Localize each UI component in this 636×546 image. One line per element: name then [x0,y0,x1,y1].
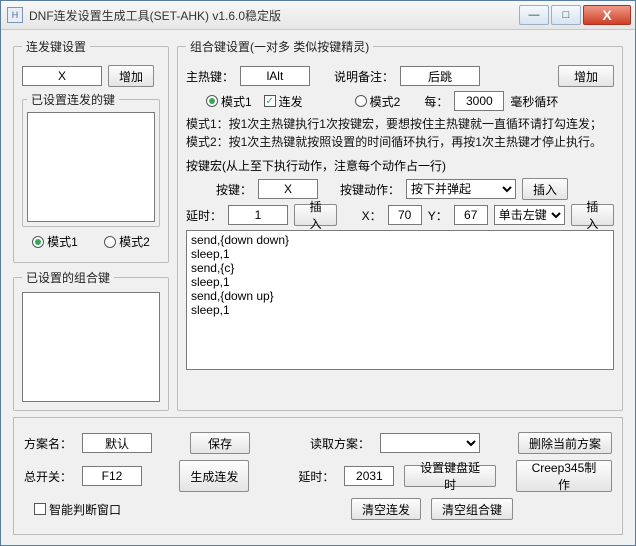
app-icon: H [7,7,23,23]
every-input[interactable] [454,91,504,111]
mode-desc-2: 模式2：按1次主热键就按照设置的时间循环执行，再按1次主热键才停止执行。 [186,133,614,151]
close-button[interactable]: X [583,5,631,25]
left-mode2-label: 模式2 [119,233,150,250]
bottom-panel: 方案名： 保存 读取方案： 删除当前方案 总开关： 生成连发 延时： [13,417,623,535]
smart-window-label: 智能判断窗口 [49,501,121,518]
plan-read-label: 读取方案： [310,435,370,452]
macro-action-select[interactable]: 按下并弹起 [406,179,516,199]
macro-click-select[interactable]: 单击左键 [494,205,565,225]
combo-configured-list[interactable] [22,292,160,402]
clear-combo-button[interactable]: 清空组合键 [431,498,513,520]
master-switch-label: 总开关： [24,468,72,485]
macro-y-input[interactable] [454,205,488,225]
master-switch-input[interactable] [82,466,142,486]
rapid-configured-group: 已设置连发的键 [22,91,160,227]
macro-textarea[interactable] [186,230,614,370]
window-controls: — □ X [519,5,635,25]
minimize-button[interactable]: — [519,5,549,25]
client-area: 连发键设置 增加 已设置连发的键 模式1 模式2 已设置的组合 [1,30,635,545]
rapid-add-button[interactable]: 增加 [108,65,154,87]
titlebar: H DNF连发设置生成工具(SET-AHK) v1.6.0稳定版 — □ X [1,1,635,30]
left-mode1-radio[interactable]: 模式1 [32,233,78,250]
window-title: DNF连发设置生成工具(SET-AHK) v1.6.0稳定版 [29,7,519,24]
macro-title: 按键宏(从上至下执行动作，注意每个动作占一行) [186,157,614,174]
plan-save-button[interactable]: 保存 [190,432,250,454]
main-hotkey-label: 主热键： [186,68,234,85]
mode-desc-1: 模式1：按1次主热键执行1次按键宏，要想按住主热键就一直循环请打勾连发； [186,115,614,133]
macro-key-input[interactable] [258,179,318,199]
set-keyboard-delay-button[interactable]: 设置键盘延时 [404,465,496,487]
macro-delay-input[interactable] [228,205,288,225]
left-mode1-label: 模式1 [47,233,78,250]
combo-configured-legend: 已设置的组合键 [22,269,114,286]
combo-add-button[interactable]: 增加 [558,65,614,87]
left-column: 连发键设置 增加 已设置连发的键 模式1 模式2 已设置的组合 [13,38,169,411]
maximize-button[interactable]: □ [551,5,581,25]
repeat-checkbox[interactable]: 连发 [264,93,303,110]
mode-description: 模式1：按1次主热键执行1次按键宏，要想按住主热键就一直循环请打勾连发； 模式2… [186,115,614,151]
note-label: 说明备注： [334,68,394,85]
smart-window-checkbox[interactable]: 智能判断窗口 [34,501,121,518]
repeat-label: 连发 [279,93,303,110]
bottom-delay-input[interactable] [344,466,394,486]
every-unit: 毫秒循环 [510,93,558,110]
combo-mode2-radio[interactable]: 模式2 [355,93,401,110]
rapid-configured-legend: 已设置连发的键 [27,91,119,108]
macro-x-input[interactable] [388,205,422,225]
macro-x-label: X： [362,207,382,224]
every-label: 每： [424,93,448,110]
credit-button[interactable]: Creep345制作 [516,460,612,492]
combo-settings-group: 组合键设置(一对多 类似按键精灵) 主热键： 说明备注： 增加 模式1 连发 模… [177,38,623,411]
macro-insert-key-button[interactable]: 插入 [522,178,568,200]
macro-key-label: 按键： [216,181,252,198]
combo-mode1-radio[interactable]: 模式1 [206,93,252,110]
macro-insert-delay-button[interactable]: 插入 [294,204,337,226]
plan-delete-button[interactable]: 删除当前方案 [518,432,612,454]
rapid-key-group: 连发键设置 增加 已设置连发的键 模式1 模式2 [13,38,169,263]
plan-name-input[interactable] [82,433,152,453]
top-row: 连发键设置 增加 已设置连发的键 模式1 模式2 已设置的组合 [13,38,623,411]
app-window: H DNF连发设置生成工具(SET-AHK) v1.6.0稳定版 — □ X 连… [0,0,636,546]
note-input[interactable] [400,66,480,86]
rapid-configured-list[interactable] [27,112,155,222]
macro-y-label: Y： [428,207,448,224]
macro-insert-click-button[interactable]: 插入 [571,204,614,226]
combo-mode2-label: 模式2 [370,93,401,110]
plan-name-label: 方案名： [24,435,72,452]
rapid-key-input[interactable] [22,66,102,86]
left-mode2-radio[interactable]: 模式2 [104,233,150,250]
main-hotkey-input[interactable] [240,66,310,86]
macro-action-label: 按键动作： [340,181,400,198]
generate-button[interactable]: 生成连发 [179,460,249,492]
bottom-delay-label: 延时： [298,468,334,485]
plan-read-select[interactable] [380,433,480,453]
combo-configured-group: 已设置的组合键 [13,269,169,411]
macro-delay-label: 延时： [186,207,222,224]
rapid-key-legend: 连发键设置 [22,38,90,55]
clear-rapid-button[interactable]: 清空连发 [351,498,421,520]
combo-settings-legend: 组合键设置(一对多 类似按键精灵) [186,38,373,55]
combo-mode1-label: 模式1 [221,93,252,110]
